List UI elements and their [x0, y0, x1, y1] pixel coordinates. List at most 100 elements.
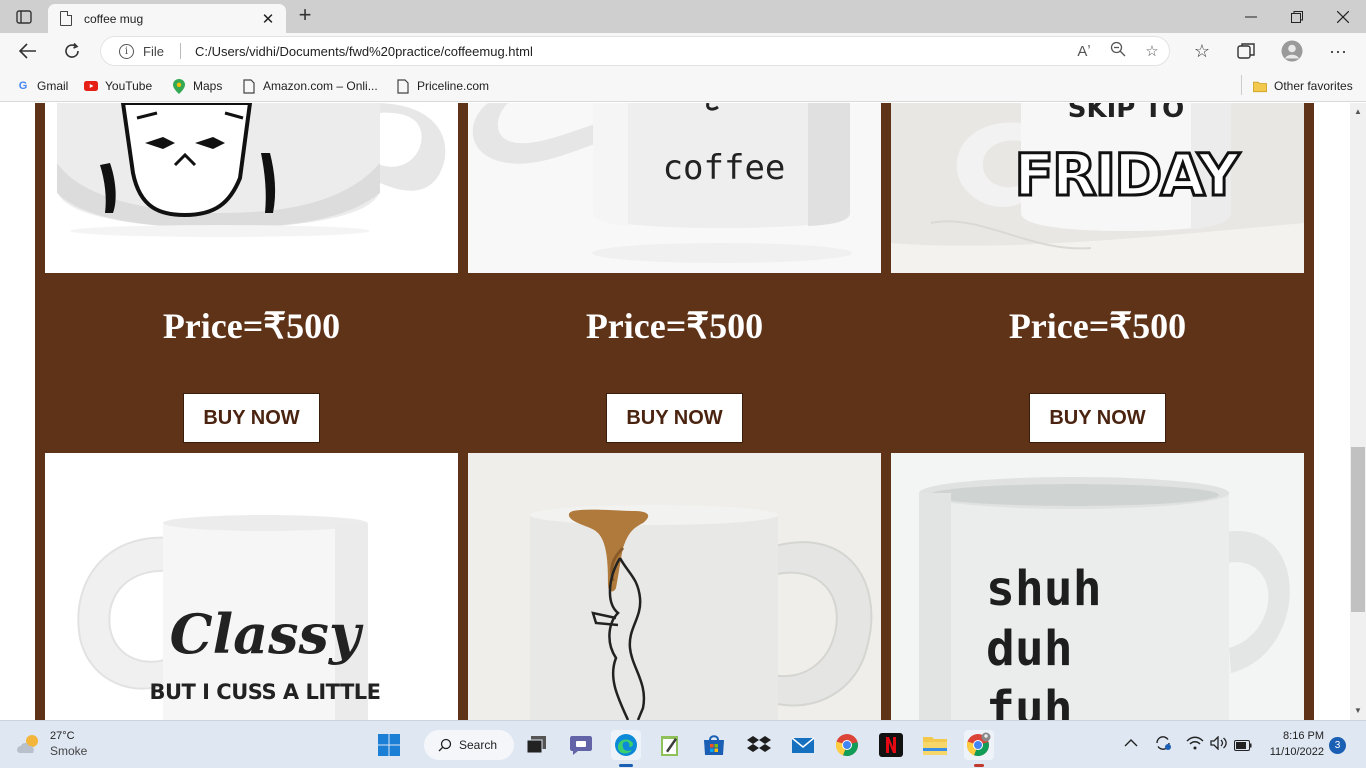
tab-bar: coffee mug ✕ + — [0, 0, 1366, 33]
page-icon — [242, 78, 256, 94]
read-aloud-icon[interactable]: Aʼ — [1067, 43, 1101, 60]
product-image-classy-mug[interactable]: Classy BUT I CUSS A LITTLE — [45, 453, 458, 720]
bookmark-youtube[interactable]: YouTube — [84, 77, 152, 95]
file-explorer-icon[interactable] — [920, 730, 950, 760]
other-favorites[interactable]: Other favorites — [1253, 77, 1353, 95]
back-button[interactable] — [14, 39, 42, 63]
buy-now-button[interactable]: BUY NOW — [183, 393, 320, 443]
tab-active[interactable]: coffee mug ✕ — [48, 4, 286, 33]
product-price: Price=₹500 — [1008, 306, 1187, 346]
page-icon — [396, 78, 410, 94]
profile-avatar[interactable] — [1278, 39, 1306, 63]
product-price: Price=₹500 — [162, 306, 341, 346]
page-viewport: coffee SKIP TO FRIDAY Price=₹500 Price=₹… — [0, 103, 1350, 720]
folder-icon — [1253, 79, 1267, 93]
address-bar[interactable]: i File C:/Users/vidhi/Documents/fwd%20pr… — [100, 36, 1170, 66]
bookmark-label: Priceline.com — [417, 79, 490, 93]
tab-title: coffee mug — [84, 11, 144, 26]
bookmark-label: YouTube — [105, 79, 153, 93]
search-label: Search — [459, 738, 498, 752]
youtube-icon — [84, 79, 98, 93]
clock-time: 8:16 PM — [1283, 730, 1324, 742]
page-scrollbar[interactable] — [1350, 103, 1366, 720]
settings-menu-icon[interactable]: ··· — [1324, 39, 1352, 63]
minimize-button[interactable] — [1228, 0, 1274, 33]
product-image-friday-mug[interactable]: SKIP TO FRIDAY — [891, 103, 1304, 273]
bookmark-gmail[interactable]: G Gmail — [16, 77, 69, 95]
weather-desc: Smoke — [50, 744, 88, 758]
scroll-up-arrow-icon[interactable]: ▲ — [1350, 105, 1366, 119]
scrollbar-thumb[interactable] — [1351, 447, 1365, 612]
collections-icon[interactable] — [1232, 39, 1260, 63]
chrome-profile-icon[interactable] — [964, 730, 994, 760]
clock-date: 11/10/2022 — [1269, 746, 1324, 758]
mail-icon[interactable] — [788, 730, 818, 760]
microsoft-store-icon[interactable] — [699, 730, 729, 760]
buy-now-button[interactable]: BUY NOW — [606, 393, 743, 443]
windows-taskbar: 27°C Smoke Search 8:16 PM 11/10/2022 3 — [0, 720, 1366, 768]
bookmark-label: Maps — [193, 79, 223, 93]
notepad-icon[interactable] — [655, 730, 685, 760]
scroll-down-arrow-icon[interactable]: ▼ — [1350, 704, 1366, 718]
netflix-icon[interactable] — [876, 730, 906, 760]
taskbar-search[interactable]: Search — [424, 730, 514, 760]
tab-actions-icon[interactable] — [10, 7, 38, 27]
mug-text-fuh: fuh — [986, 681, 1073, 720]
other-favorites-label: Other favorites — [1274, 79, 1353, 93]
weather-smoke-icon — [17, 735, 38, 753]
edge-active-indicator — [619, 764, 633, 767]
bookmark-priceline[interactable]: Priceline.com — [396, 77, 489, 95]
weather-temp: 27°C — [50, 730, 75, 742]
notification-badge[interactable]: 3 — [1329, 737, 1346, 754]
favorites-divider — [1241, 75, 1242, 95]
product-price: Price=₹500 — [585, 306, 764, 346]
mug-text-skip-to: SKIP TO — [1068, 103, 1185, 124]
product-image-coffee-mug[interactable]: coffee — [468, 103, 881, 273]
show-hidden-icons-icon[interactable] — [1124, 735, 1138, 751]
bookmark-maps[interactable]: Maps — [172, 77, 222, 95]
maps-icon — [172, 78, 186, 94]
search-icon — [438, 738, 452, 752]
add-favorite-icon[interactable]: ☆ — [1135, 42, 1169, 60]
favorites-bar: G Gmail YouTube Maps Amazon.com – Onli..… — [0, 69, 1366, 102]
volume-icon[interactable] — [1210, 735, 1228, 753]
mug-text-coffee: coffee — [663, 148, 786, 188]
start-button[interactable] — [374, 730, 404, 760]
dropbox-icon[interactable] — [744, 730, 774, 760]
address-divider — [179, 43, 181, 59]
chrome-icon[interactable] — [832, 730, 862, 760]
restore-button[interactable] — [1274, 0, 1320, 33]
gmail-icon: G — [18, 80, 28, 92]
zoom-out-icon[interactable] — [1101, 41, 1135, 61]
product-image-shuh-duh-mug[interactable]: shuh duh fuh — [891, 453, 1304, 720]
product-image-cat-mug[interactable] — [45, 103, 458, 273]
teams-chat-icon[interactable] — [566, 730, 596, 760]
product-grid: coffee SKIP TO FRIDAY Price=₹500 Price=₹… — [35, 103, 1314, 720]
info-icon[interactable]: i — [119, 43, 134, 59]
mug-text-duh: duh — [986, 621, 1073, 677]
mug-text-classy: Classy — [170, 602, 364, 666]
mug-text-friday: FRIDAY — [1014, 141, 1240, 209]
address-url[interactable]: C:/Users/vidhi/Documents/fwd%20practice/… — [195, 44, 1067, 59]
wifi-icon[interactable] — [1186, 736, 1204, 753]
close-window-button[interactable] — [1320, 0, 1366, 33]
page-icon — [60, 11, 72, 26]
bookmark-label: Gmail — [37, 79, 69, 93]
battery-icon[interactable] — [1234, 738, 1252, 754]
edge-browser-icon[interactable] — [611, 730, 641, 760]
chrome-active-indicator — [974, 764, 984, 767]
favorites-icon[interactable]: ☆ — [1188, 39, 1216, 63]
bookmark-amazon[interactable]: Amazon.com – Onli... — [242, 77, 378, 95]
bookmark-label: Amazon.com – Onli... — [263, 79, 378, 93]
sync-icon[interactable] — [1154, 734, 1172, 755]
close-tab-icon[interactable]: ✕ — [260, 10, 276, 28]
buy-now-button[interactable]: BUY NOW — [1029, 393, 1166, 443]
refresh-button[interactable] — [58, 39, 86, 63]
weather-widget[interactable]: 27°C Smoke — [16, 729, 87, 759]
mug-text-cuss: BUT I CUSS A LITTLE — [149, 680, 380, 704]
mug-text-shuh: shuh — [986, 561, 1102, 617]
new-tab-button[interactable]: + — [292, 4, 318, 28]
clock[interactable]: 8:16 PM 11/10/2022 — [1262, 728, 1324, 760]
product-image-drip-mug[interactable] — [468, 453, 881, 720]
task-view-icon[interactable] — [522, 730, 552, 760]
